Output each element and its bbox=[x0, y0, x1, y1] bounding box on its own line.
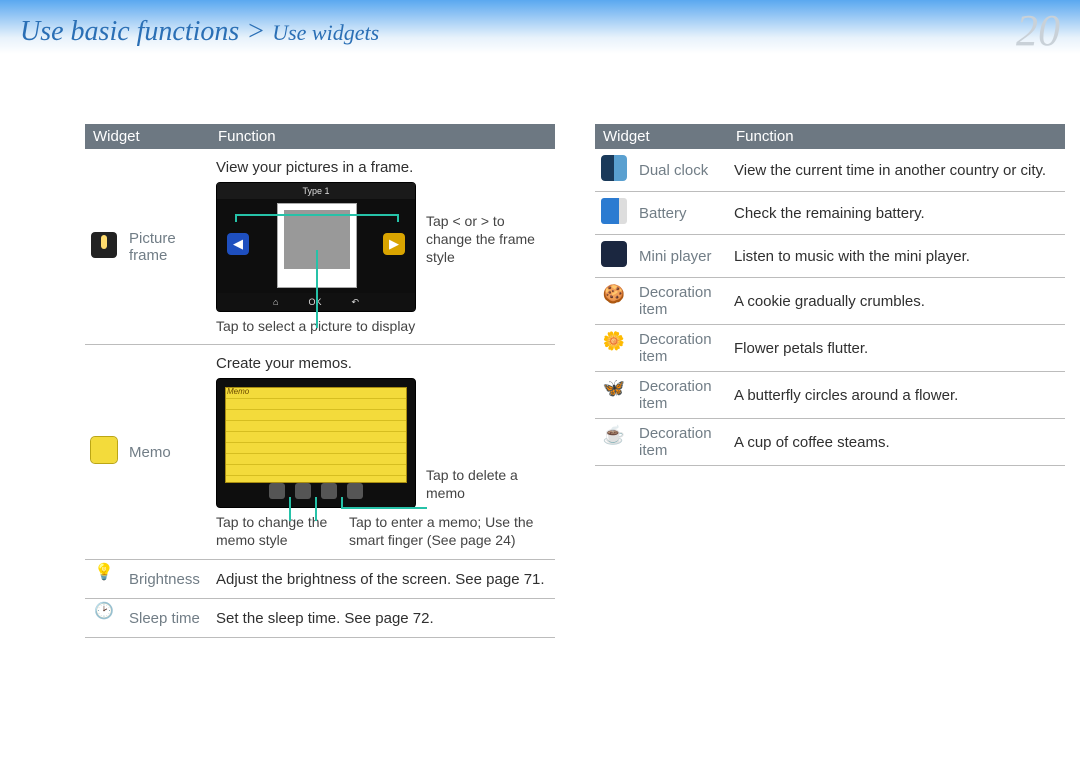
breadcrumb: Use basic functions > Use widgets bbox=[20, 16, 379, 48]
flower-label: Decoration item bbox=[633, 325, 728, 372]
table-row: Memo Create your memos. Memo bbox=[85, 345, 555, 560]
memo-function: Create your memos. Memo bbox=[210, 345, 555, 560]
table-row: Picture frame View your pictures in a fr… bbox=[85, 149, 555, 345]
picture-frame-illustration: Type 1 ◀ ▶ ⌂ OK ↶ bbox=[216, 182, 549, 312]
memo-icon bbox=[91, 437, 117, 463]
battery-desc: Check the remaining battery. bbox=[728, 192, 1065, 235]
content-area: Widget Function Picture frame View your … bbox=[0, 54, 1080, 638]
th-function-r: Function bbox=[728, 124, 1065, 149]
butterfly-label: Decoration item bbox=[633, 372, 728, 419]
table-row: Decoration item A butterfly circles arou… bbox=[595, 372, 1065, 419]
sleep-desc: Set the sleep time. See page 72. bbox=[210, 599, 555, 638]
mini-player-icon bbox=[601, 241, 627, 267]
battery-label: Battery bbox=[633, 192, 728, 235]
pf-bottom-note: Tap to select a picture to display bbox=[216, 318, 549, 334]
memo-pad-title: Memo bbox=[227, 387, 249, 396]
breadcrumb-sep: > bbox=[239, 16, 272, 47]
back-icon: ↶ bbox=[351, 297, 359, 308]
home-icon: ⌂ bbox=[273, 297, 278, 307]
dual-clock-icon bbox=[601, 155, 627, 181]
coffee-desc: A cup of coffee steams. bbox=[728, 419, 1065, 466]
mini-label: Mini player bbox=[633, 235, 728, 278]
right-table: Widget Function Dual clock View the curr… bbox=[595, 124, 1065, 466]
sleep-icon bbox=[91, 605, 117, 631]
table-row: Dual clock View the current time in anot… bbox=[595, 149, 1065, 192]
th-widget-r: Widget bbox=[595, 124, 728, 149]
memo-desc: Create your memos. bbox=[216, 355, 549, 372]
table-row: Sleep time Set the sleep time. See page … bbox=[85, 599, 555, 638]
header-bar: Use basic functions > Use widgets 20 bbox=[0, 0, 1080, 54]
arrow-right-icon: ▶ bbox=[383, 233, 405, 255]
butterfly-desc: A butterfly circles around a flower. bbox=[728, 372, 1065, 419]
coffee-label: Decoration item bbox=[633, 419, 728, 466]
memo-device: Memo bbox=[216, 378, 416, 508]
memo-delete-note: Tap to delete a memo bbox=[426, 466, 546, 502]
cookie-icon bbox=[601, 288, 627, 314]
memo-illustration: Memo bbox=[216, 378, 549, 508]
coffee-icon bbox=[601, 429, 627, 455]
memo-delete-btn-icon bbox=[321, 483, 337, 499]
dual-clock-desc: View the current time in another country… bbox=[728, 149, 1065, 192]
cookie-label: Decoration item bbox=[633, 278, 728, 325]
cookie-desc: A cookie gradually crumbles. bbox=[728, 278, 1065, 325]
table-row: Mini player Listen to music with the min… bbox=[595, 235, 1065, 278]
battery-icon bbox=[601, 198, 627, 224]
memo-enter-btn-icon bbox=[295, 483, 311, 499]
pf-ok: OK bbox=[308, 297, 321, 307]
table-row: Brightness Adjust the brightness of the … bbox=[85, 560, 555, 599]
butterfly-icon bbox=[601, 382, 627, 408]
memo-caption-row: Tap to change the memo style Tap to ente… bbox=[216, 514, 549, 549]
flower-desc: Flower petals flutter. bbox=[728, 325, 1065, 372]
flower-icon bbox=[601, 335, 627, 361]
table-row: Decoration item A cookie gradually crumb… bbox=[595, 278, 1065, 325]
dual-clock-label: Dual clock bbox=[633, 149, 728, 192]
picture-frame-function: View your pictures in a frame. Type 1 ◀ … bbox=[210, 149, 555, 345]
memo-extra-btn-icon bbox=[347, 483, 363, 499]
brightness-icon bbox=[91, 566, 117, 592]
picture-frame-label: Picture frame bbox=[123, 149, 210, 345]
th-function: Function bbox=[210, 124, 555, 149]
memo-label: Memo bbox=[123, 345, 210, 560]
memo-style-note: Tap to change the memo style bbox=[216, 514, 331, 549]
left-table: Widget Function Picture frame View your … bbox=[85, 124, 555, 638]
mini-desc: Listen to music with the mini player. bbox=[728, 235, 1065, 278]
breadcrumb-sub: Use widgets bbox=[272, 20, 379, 45]
memo-style-btn-icon bbox=[269, 483, 285, 499]
brightness-label: Brightness bbox=[123, 560, 210, 599]
brightness-desc: Adjust the brightness of the screen. See… bbox=[210, 560, 555, 599]
table-row: Battery Check the remaining battery. bbox=[595, 192, 1065, 235]
sleep-label: Sleep time bbox=[123, 599, 210, 638]
memo-enter-note: Tap to enter a memo; Use the smart finge… bbox=[349, 514, 549, 549]
right-column: Widget Function Dual clock View the curr… bbox=[595, 124, 1065, 638]
arrow-left-icon: ◀ bbox=[227, 233, 249, 255]
left-column: Widget Function Picture frame View your … bbox=[85, 124, 555, 638]
breadcrumb-main: Use basic functions bbox=[20, 16, 239, 47]
table-row: Decoration item Flower petals flutter. bbox=[595, 325, 1065, 372]
pf-arrow-note: Tap < or > to change the frame style bbox=[426, 212, 546, 267]
table-row: Decoration item A cup of coffee steams. bbox=[595, 419, 1065, 466]
picture-frame-desc: View your pictures in a frame. bbox=[216, 159, 549, 176]
pf-title: Type 1 bbox=[217, 183, 415, 199]
picture-frame-icon bbox=[91, 232, 117, 258]
th-widget: Widget bbox=[85, 124, 210, 149]
memo-pad bbox=[225, 387, 407, 483]
page-number: 20 bbox=[1016, 5, 1060, 56]
